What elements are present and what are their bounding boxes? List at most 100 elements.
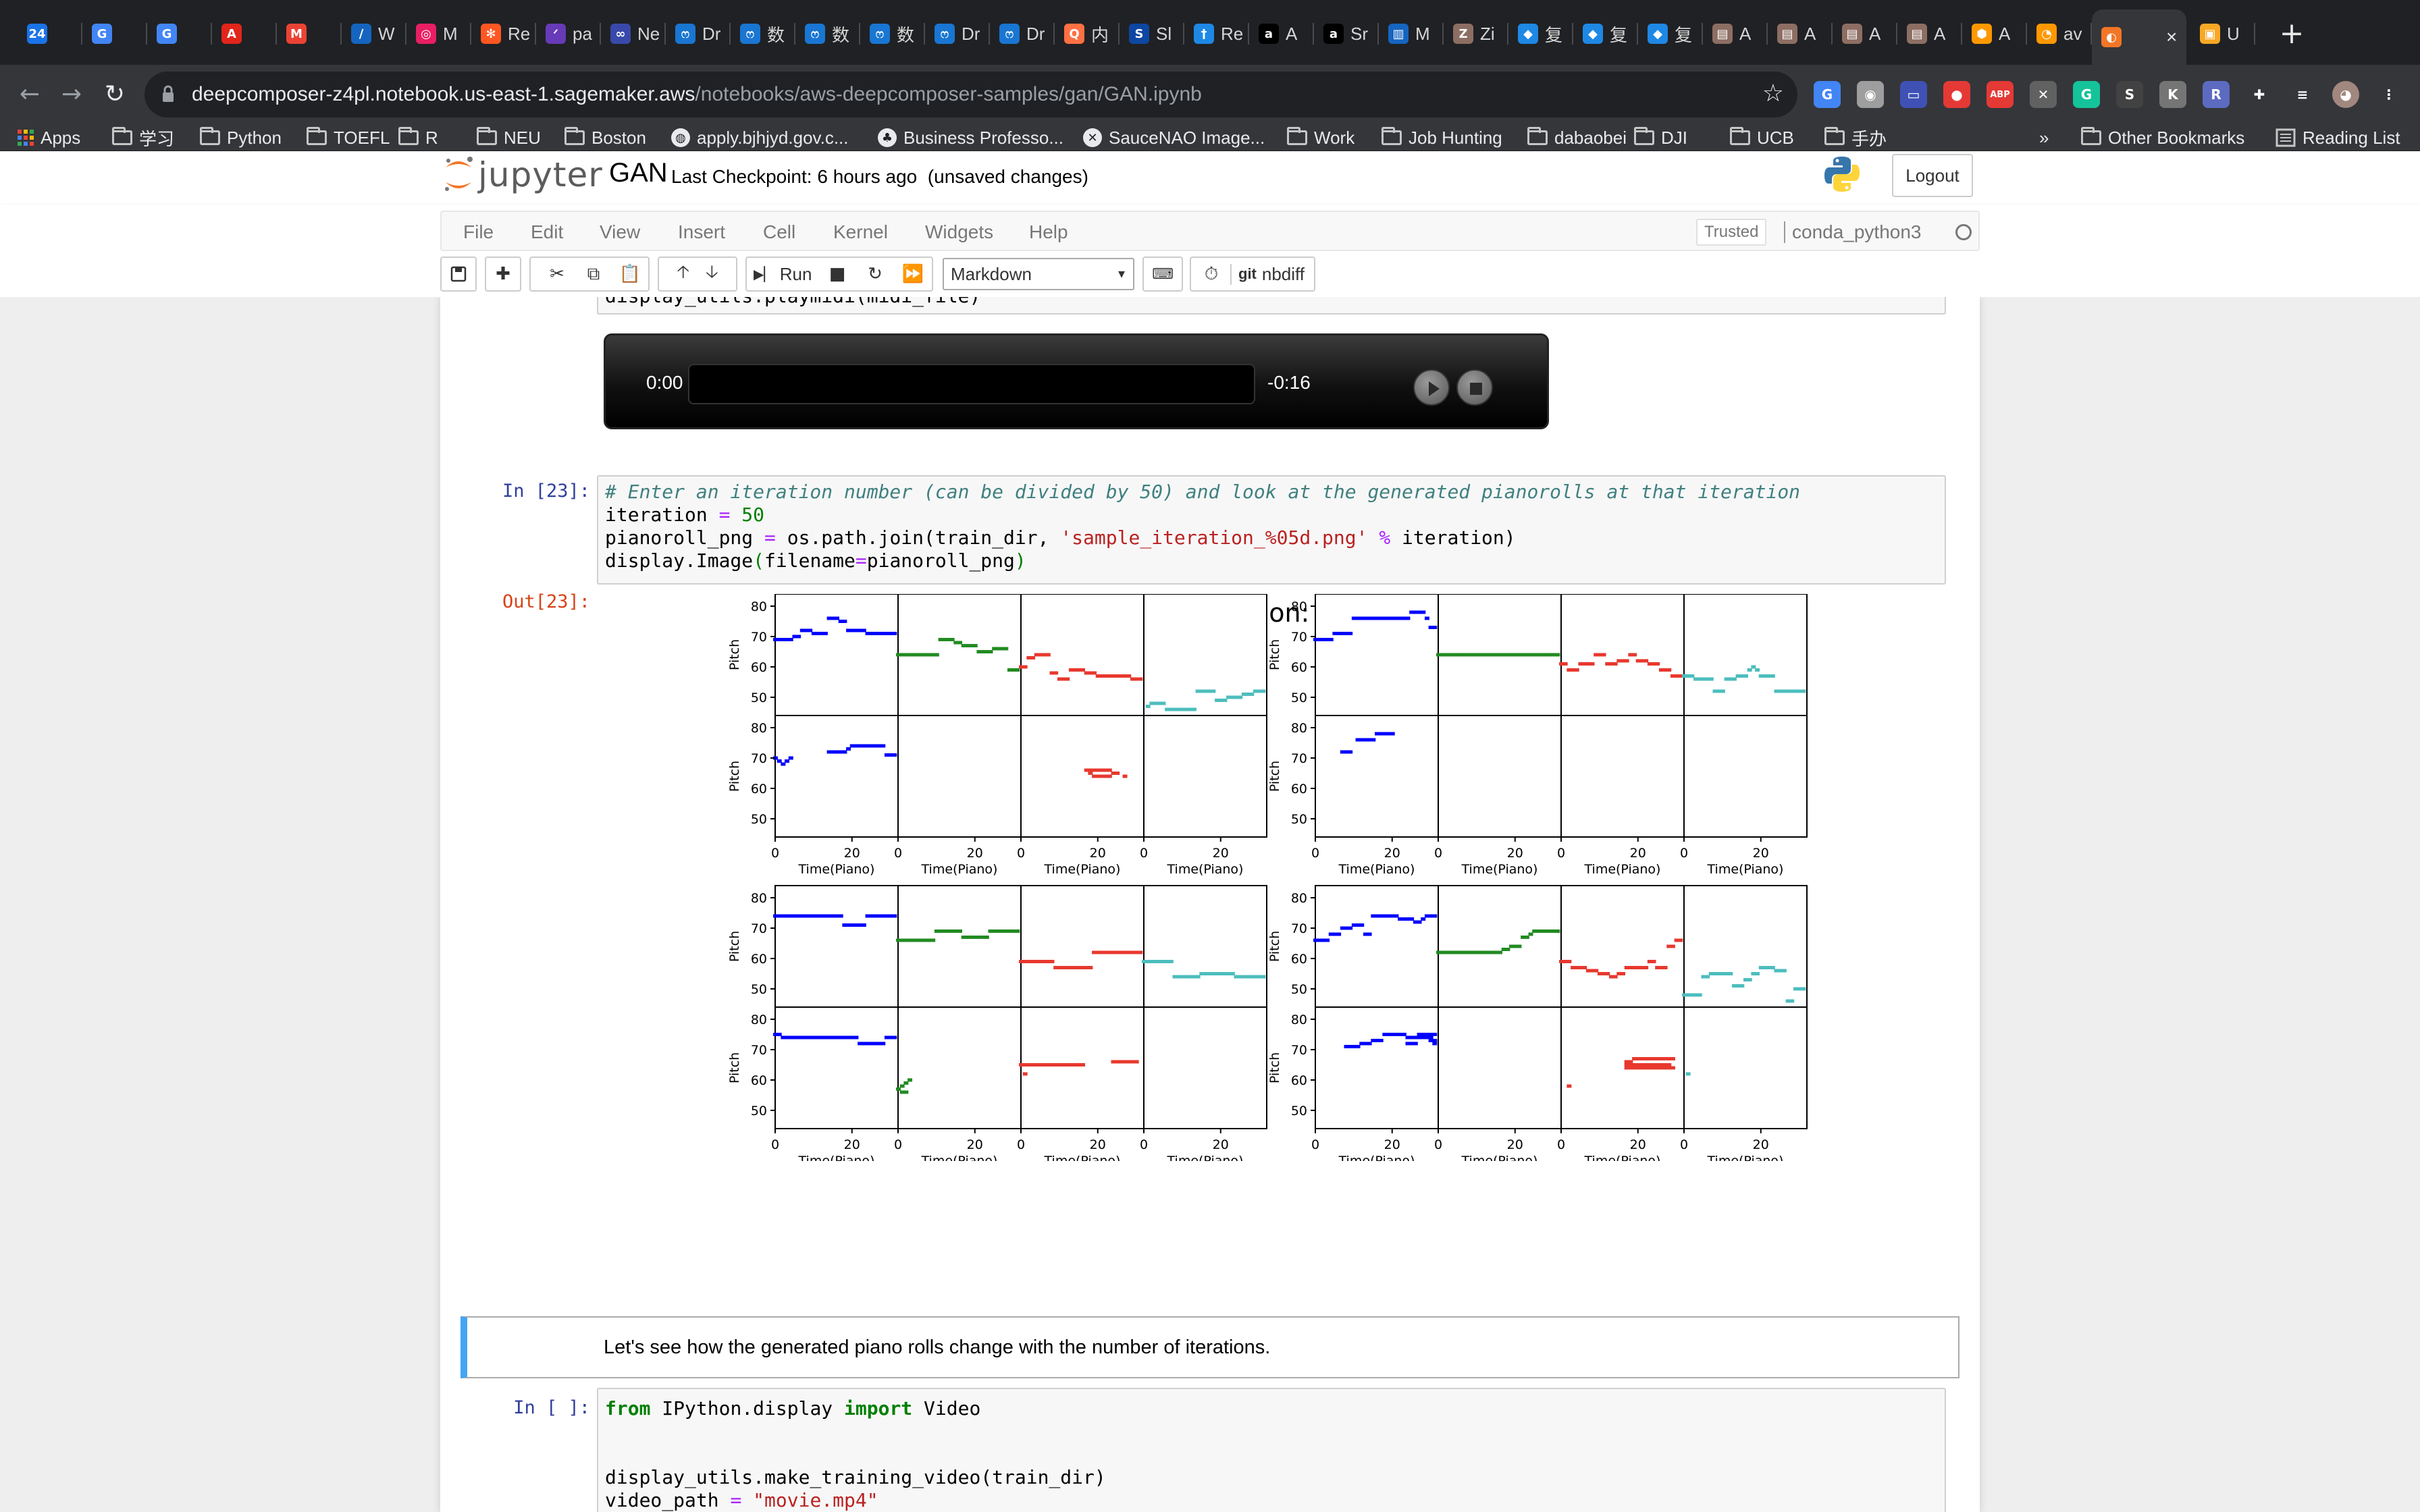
fast-forward-icon[interactable]: ⏩ (894, 264, 932, 284)
browser-tab[interactable]: ◆ 复 (1638, 14, 1706, 54)
browser-tab[interactable]: ▤ A (1768, 14, 1835, 54)
cell-type-select[interactable]: Markdown ▾ (943, 258, 1134, 290)
browser-tab[interactable]: Z Zi (1444, 14, 1511, 54)
stop-button[interactable] (1456, 369, 1493, 406)
browser-tab[interactable]: ⬢ A (1962, 14, 2030, 54)
grammarly-icon[interactable]: G (2073, 81, 2100, 108)
s-ext-icon[interactable]: S (2116, 81, 2143, 108)
new-tab-button[interactable]: + (2273, 15, 2311, 53)
menu-help[interactable]: Help (1029, 221, 1068, 243)
trusted-badge[interactable]: Trusted (1696, 219, 1767, 246)
browser-tab[interactable]: ✻ Re (471, 14, 539, 54)
logout-button[interactable]: Logout (1892, 154, 1973, 197)
back-arrow-icon[interactable]: ← (9, 74, 50, 115)
markdown-cell[interactable]: Let's see how the generated piano rolls … (461, 1316, 1959, 1378)
forward-arrow-icon[interactable]: → (51, 74, 92, 115)
browser-tab[interactable]: 24 (18, 14, 85, 54)
bookmark-item[interactable]: Apps (18, 126, 80, 150)
cut-icon[interactable]: ✂ (539, 264, 575, 284)
bookmark-item[interactable]: R (398, 126, 438, 150)
save-button[interactable] (440, 256, 477, 292)
browser-tab[interactable]: ▣ U (2190, 14, 2258, 54)
menu-widgets[interactable]: Widgets (925, 221, 993, 243)
r-ext-icon[interactable]: R (2203, 81, 2230, 108)
browser-tab[interactable]: Q内 (1055, 14, 1122, 54)
browser-tab[interactable]: ᐟ pa (536, 14, 604, 54)
address-bar[interactable]: deepcomposer-z4pl.notebook.us-east-1.sag… (144, 72, 1797, 117)
translate-ext-icon[interactable]: G (1814, 81, 1841, 108)
kebab-menu-icon[interactable]: ⋮ (2375, 81, 2402, 108)
menu-edit[interactable]: Edit (531, 221, 563, 243)
playlist-icon[interactable]: ≡ (2289, 81, 2316, 108)
reload-icon[interactable]: ↻ (95, 74, 135, 115)
paste-icon[interactable]: 📋 (612, 264, 648, 284)
browser-tab[interactable]: ▤ A (1897, 14, 1965, 54)
browser-tab[interactable]: a Sr (1314, 14, 1382, 54)
browser-tab[interactable]: A (212, 14, 280, 54)
record-ext-icon[interactable]: ● (1943, 81, 1970, 108)
bookmark-item[interactable]: Boston (564, 126, 646, 150)
menu-kernel[interactable]: Kernel (833, 221, 888, 243)
browser-tab[interactable]: ෆ Dr (666, 14, 733, 54)
browser-tab[interactable]: aA (1249, 14, 1317, 54)
move-down-icon[interactable]: 🡣 (706, 259, 718, 289)
browser-tab[interactable]: G (82, 14, 150, 54)
bookmark-item[interactable]: DJI (1634, 126, 1687, 150)
bookmark-item[interactable]: Job Hunting (1382, 126, 1502, 150)
camera-ext-icon[interactable]: ◉ (1857, 81, 1884, 108)
browser-tab[interactable]: ◐ × (2092, 9, 2186, 65)
browser-tab[interactable]: ∞ Ne (601, 14, 668, 54)
audio-seek-bar[interactable] (688, 364, 1255, 404)
browser-tab[interactable]: ◆ 复 (1573, 14, 1641, 54)
notebook-title[interactable]: GAN (609, 158, 668, 188)
bookmark-star-icon[interactable]: ☆ (1762, 80, 1784, 107)
browser-tab[interactable]: G (147, 14, 215, 54)
menu-cell[interactable]: Cell (763, 221, 795, 243)
browser-tab[interactable]: ෆ Dr (990, 14, 1057, 54)
insert-cell-button[interactable]: ✚ (485, 256, 521, 292)
nbdiff-button[interactable]: git nbdiff (1230, 263, 1305, 285)
kernel-name[interactable]: conda_python3 (1784, 221, 1922, 243)
browser-tab[interactable]: ∕ W (342, 14, 409, 54)
menu-insert[interactable]: Insert (678, 221, 725, 243)
bookmark-item[interactable]: Work (1287, 126, 1354, 150)
browser-tab[interactable]: ▥ M (1379, 14, 1446, 54)
lock-icon[interactable] (162, 85, 174, 103)
bookmark-item[interactable]: NEU (477, 126, 541, 150)
browser-tab[interactable]: ▤ A (1703, 14, 1770, 54)
notebook-scroll-area[interactable]: display_utils.playmidi(midi_file) 0:00 -… (0, 297, 2420, 1512)
browser-tab[interactable]: ෆ数 (795, 14, 863, 54)
browser-tab[interactable]: ▤ A (1833, 14, 1900, 54)
bookmark-item[interactable]: ♣ Business Professo... (878, 126, 1063, 150)
close-tab-icon[interactable]: × (2166, 26, 2177, 48)
profile-avatar[interactable]: ◕ (2332, 81, 2359, 108)
move-up-icon[interactable]: 🡡 (677, 259, 689, 289)
browser-tab[interactable]: ෆ数 (731, 14, 798, 54)
browser-tab[interactable]: ◔ av (2027, 14, 2095, 54)
history-icon[interactable]: ⏱ (1198, 264, 1225, 285)
code-cell-23[interactable]: # Enter an iteration number (can be divi… (597, 475, 1946, 585)
browser-tab[interactable]: ෆ数 (860, 14, 928, 54)
interrupt-icon[interactable]: ■ (818, 264, 856, 284)
screen-ext-icon[interactable]: ▭ (1900, 81, 1927, 108)
k-ext-icon[interactable]: K (2159, 81, 2186, 108)
cross-ext-icon[interactable]: ✕ (2030, 81, 2057, 108)
other-bookmarks[interactable]: Other Bookmarks (2081, 126, 2244, 150)
reading-list[interactable]: Reading List (2276, 126, 2400, 150)
menu-file[interactable]: File (463, 221, 494, 243)
restart-icon[interactable]: ↻ (856, 264, 894, 284)
bookmark-item[interactable]: Python (200, 126, 282, 150)
bookmark-item[interactable]: dabaobei (1527, 126, 1627, 150)
bookmark-item[interactable]: TOEFL (307, 126, 390, 150)
bookmark-item[interactable]: ✕ SauceNAO Image... (1083, 126, 1265, 150)
command-palette-button[interactable]: ⌨ (1142, 256, 1183, 292)
bookmark-item[interactable]: UCB (1730, 126, 1794, 150)
bookmark-item[interactable]: 手办 (1824, 126, 1887, 150)
previous-code-cell[interactable]: display_utils.playmidi(midi_file) (597, 297, 1946, 315)
code-cell-video[interactable]: from IPython.display import Video displa… (597, 1388, 1946, 1512)
copy-icon[interactable]: ⧉ (575, 264, 612, 285)
play-button[interactable] (1413, 369, 1450, 406)
browser-tab[interactable]: M (277, 14, 344, 54)
adblock-icon[interactable]: ABP (1987, 81, 2014, 108)
browser-tab[interactable]: ◎ M (406, 14, 474, 54)
